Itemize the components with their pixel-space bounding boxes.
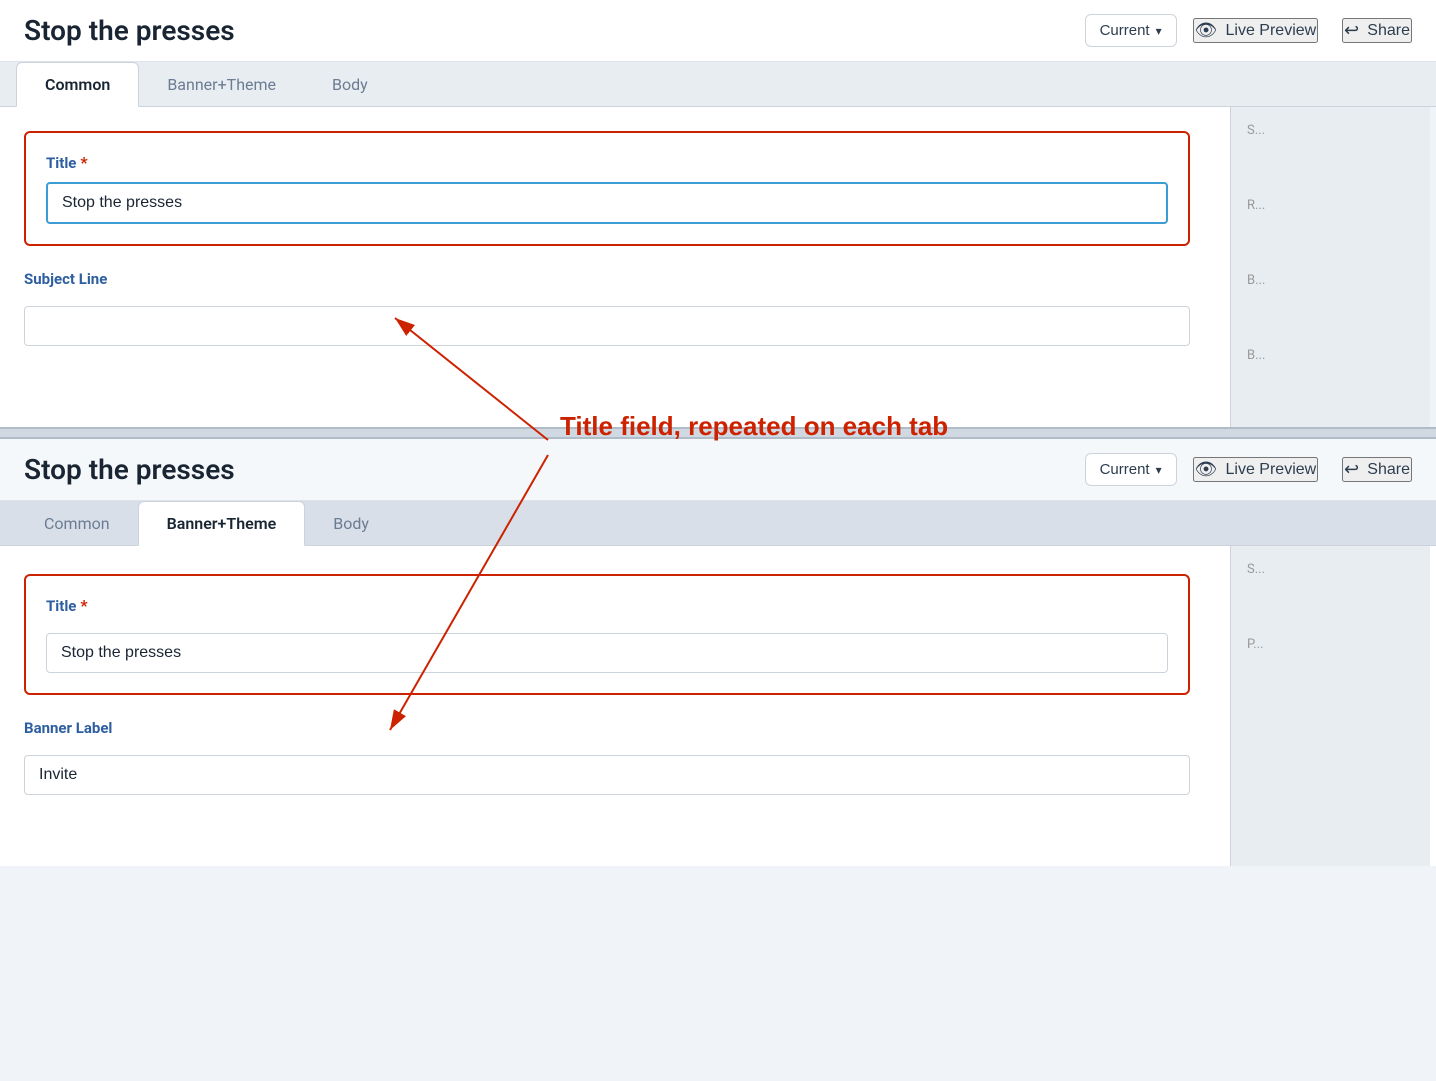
top-tab-body[interactable]: Body xyxy=(304,63,396,106)
top-title-required-star: * xyxy=(80,153,87,172)
bottom-right-panel: S... P... xyxy=(1230,546,1430,866)
bottom-title-required-star: * xyxy=(80,596,87,615)
bottom-current-dropdown[interactable]: Current ▾ xyxy=(1085,453,1177,486)
top-tab-common[interactable]: Common xyxy=(16,62,139,107)
section-divider xyxy=(0,427,1436,439)
top-title-label: Title * xyxy=(46,153,1168,172)
top-dropdown-chevron-icon: ▾ xyxy=(1156,24,1162,38)
top-right-panel-hint2: R... xyxy=(1247,198,1414,213)
bottom-header: Stop the presses Current ▾ 👁 Live Previe… xyxy=(0,439,1436,501)
top-live-preview-label: Live Preview xyxy=(1226,22,1317,40)
top-right-panel-hint3: B... xyxy=(1247,273,1414,288)
top-header: Stop the presses Current ▾ 👁 Live Previe… xyxy=(0,0,1436,62)
bottom-banner-label-section: Banner Label xyxy=(24,719,1190,795)
bottom-header-actions: 👁 Live Preview ↪ Share xyxy=(1193,457,1412,482)
top-share-label: Share xyxy=(1367,22,1410,40)
top-right-panel-hint1: S... xyxy=(1247,123,1414,138)
bottom-section: Stop the presses Current ▾ 👁 Live Previe… xyxy=(0,439,1436,866)
bottom-share-button[interactable]: ↪ Share xyxy=(1342,457,1412,482)
bottom-tab-banner-theme[interactable]: Banner+Theme xyxy=(138,501,306,546)
top-tabs: Common Banner+Theme Body xyxy=(0,62,1436,107)
top-dropdown-label: Current xyxy=(1100,22,1150,39)
top-title-section: Title * xyxy=(24,131,1190,246)
bottom-share-label: Share xyxy=(1367,461,1410,479)
bottom-title-section: Title * xyxy=(24,574,1190,695)
bottom-eye-icon: 👁 xyxy=(1195,459,1218,480)
top-page-title: Stop the presses xyxy=(24,14,1069,47)
bottom-tab-body[interactable]: Body xyxy=(305,502,397,545)
bottom-right-panel-hint2: P... xyxy=(1247,637,1414,652)
bottom-page-title: Stop the presses xyxy=(24,453,1069,486)
top-right-panel: S... R... B... B... xyxy=(1230,107,1430,427)
bottom-dropdown-chevron-icon: ▾ xyxy=(1156,463,1162,477)
bottom-live-preview-button[interactable]: 👁 Live Preview xyxy=(1193,457,1319,482)
top-title-input[interactable] xyxy=(46,182,1168,224)
top-eye-icon: 👁 xyxy=(1195,20,1218,41)
top-share-icon: ↪ xyxy=(1344,20,1359,41)
bottom-live-preview-label: Live Preview xyxy=(1226,461,1317,479)
bottom-tab-common[interactable]: Common xyxy=(16,502,138,545)
top-header-actions: 👁 Live Preview ↪ Share xyxy=(1193,18,1412,43)
top-section: Stop the presses Current ▾ 👁 Live Previe… xyxy=(0,0,1436,427)
top-subject-line-input[interactable] xyxy=(24,306,1190,346)
bottom-banner-label-label: Banner Label xyxy=(24,719,1190,737)
bottom-title-input[interactable] xyxy=(46,633,1168,673)
bottom-share-icon: ↪ xyxy=(1344,459,1359,480)
top-subject-line-label: Subject Line xyxy=(24,270,1190,288)
top-current-dropdown[interactable]: Current ▾ xyxy=(1085,14,1177,47)
bottom-banner-label-input[interactable] xyxy=(24,755,1190,795)
top-tab-banner-theme[interactable]: Banner+Theme xyxy=(139,63,304,106)
bottom-dropdown-label: Current xyxy=(1100,461,1150,478)
top-right-panel-hint4: B... xyxy=(1247,348,1414,363)
bottom-title-label: Title * xyxy=(46,596,1168,615)
bottom-tabs: Common Banner+Theme Body xyxy=(0,501,1436,546)
top-share-button[interactable]: ↪ Share xyxy=(1342,18,1412,43)
top-subject-line-section: Subject Line xyxy=(24,270,1190,346)
bottom-right-panel-hint1: S... xyxy=(1247,562,1414,577)
top-live-preview-button[interactable]: 👁 Live Preview xyxy=(1193,18,1319,43)
